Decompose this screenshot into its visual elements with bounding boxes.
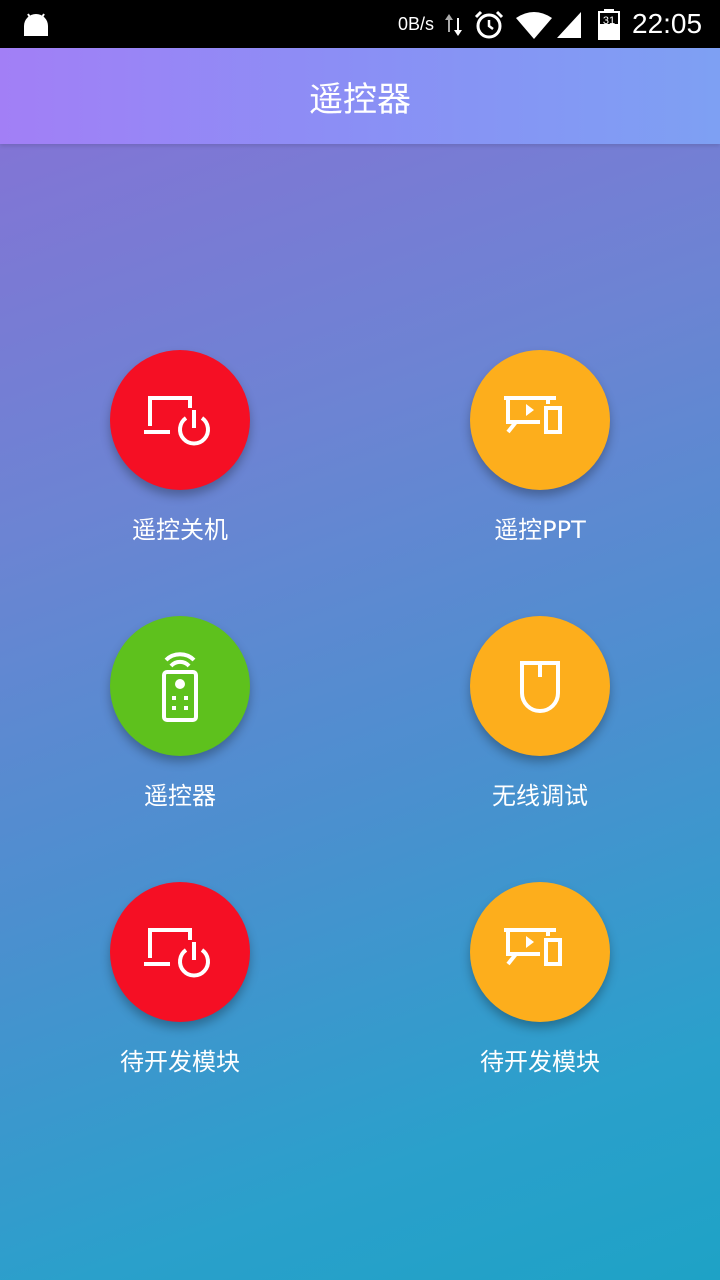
app-bar: 遥控器 (0, 48, 720, 144)
status-bar: 0B/s 31 22:05 (0, 0, 720, 48)
tile-label: 无线调试 (492, 782, 588, 810)
cell-signal-icon (557, 12, 581, 38)
tile-label: 遥控PPT (494, 516, 586, 544)
tile-label: 待开发模块 (480, 1048, 600, 1076)
laptop-power-icon (144, 928, 210, 978)
tile-label: 遥控关机 (132, 516, 228, 544)
alarm-icon (474, 10, 504, 39)
tile-pending-module-1[interactable]: 待开发模块 (60, 882, 300, 1092)
data-transfer-icon (445, 14, 462, 36)
android-icon (24, 13, 48, 36)
wifi-icon (516, 12, 552, 39)
battery-icon: 31 (598, 9, 620, 40)
tile-remote-controller[interactable]: 遥控器 (60, 616, 300, 826)
remote-control-icon (162, 652, 198, 722)
laptop-power-icon (144, 396, 210, 446)
tile-icon-button[interactable] (110, 616, 250, 756)
tile-icon-button[interactable] (470, 882, 610, 1022)
clock-time: 22:05 (632, 8, 703, 39)
tile-pending-module-2[interactable]: 待开发模块 (420, 882, 660, 1092)
tile-label: 遥控器 (144, 782, 216, 810)
page-title: 遥控器 (309, 79, 411, 120)
tile-icon-button[interactable] (470, 616, 610, 756)
presentation-phone-icon (504, 396, 562, 434)
tile-wireless-debug[interactable]: 无线调试 (420, 616, 660, 826)
tile-icon-button[interactable] (110, 350, 250, 490)
battery-level-text: 31 (603, 15, 615, 27)
tile-icon-button[interactable] (110, 882, 250, 1022)
tile-remote-shutdown[interactable]: 遥控关机 (60, 350, 300, 560)
tile-label: 待开发模块 (120, 1048, 240, 1076)
mouse-icon (520, 661, 560, 713)
tile-remote-ppt[interactable]: 遥控PPT (420, 350, 660, 560)
network-speed: 0B/s (398, 14, 435, 34)
presentation-phone-icon (504, 928, 562, 966)
tile-icon-button[interactable] (470, 350, 610, 490)
